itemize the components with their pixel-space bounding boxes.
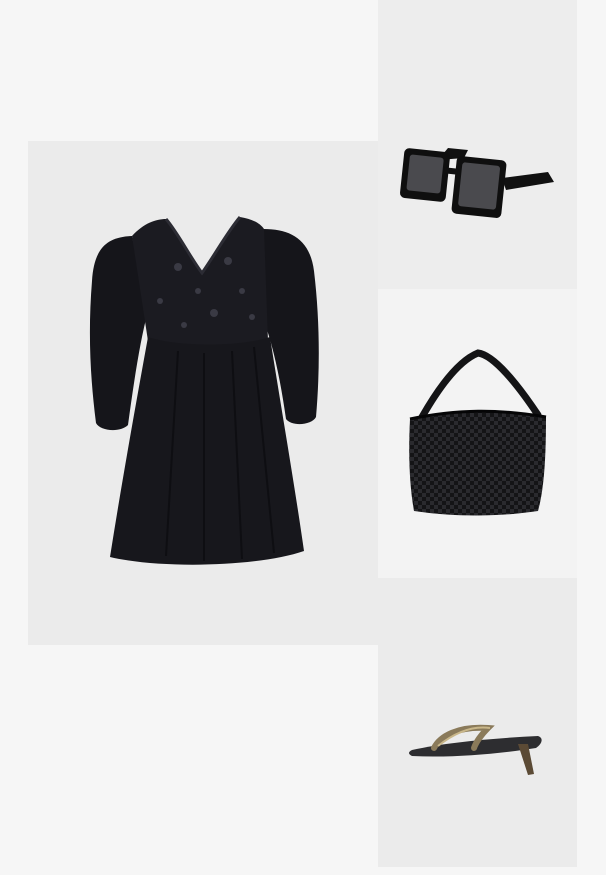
black-woven-shoulder-bag-icon: [378, 289, 577, 578]
product-tile-sandal[interactable]: [378, 578, 577, 867]
kitten-heel-thong-sandal-icon: [378, 578, 577, 867]
black-square-sunglasses-icon: [378, 0, 577, 289]
product-tile-bag[interactable]: [378, 289, 577, 578]
product-tile-sunglasses[interactable]: [378, 0, 577, 289]
product-tile-dress[interactable]: [28, 141, 378, 645]
outfit-collage: [0, 0, 606, 875]
black-mini-dress-icon: [28, 141, 378, 645]
